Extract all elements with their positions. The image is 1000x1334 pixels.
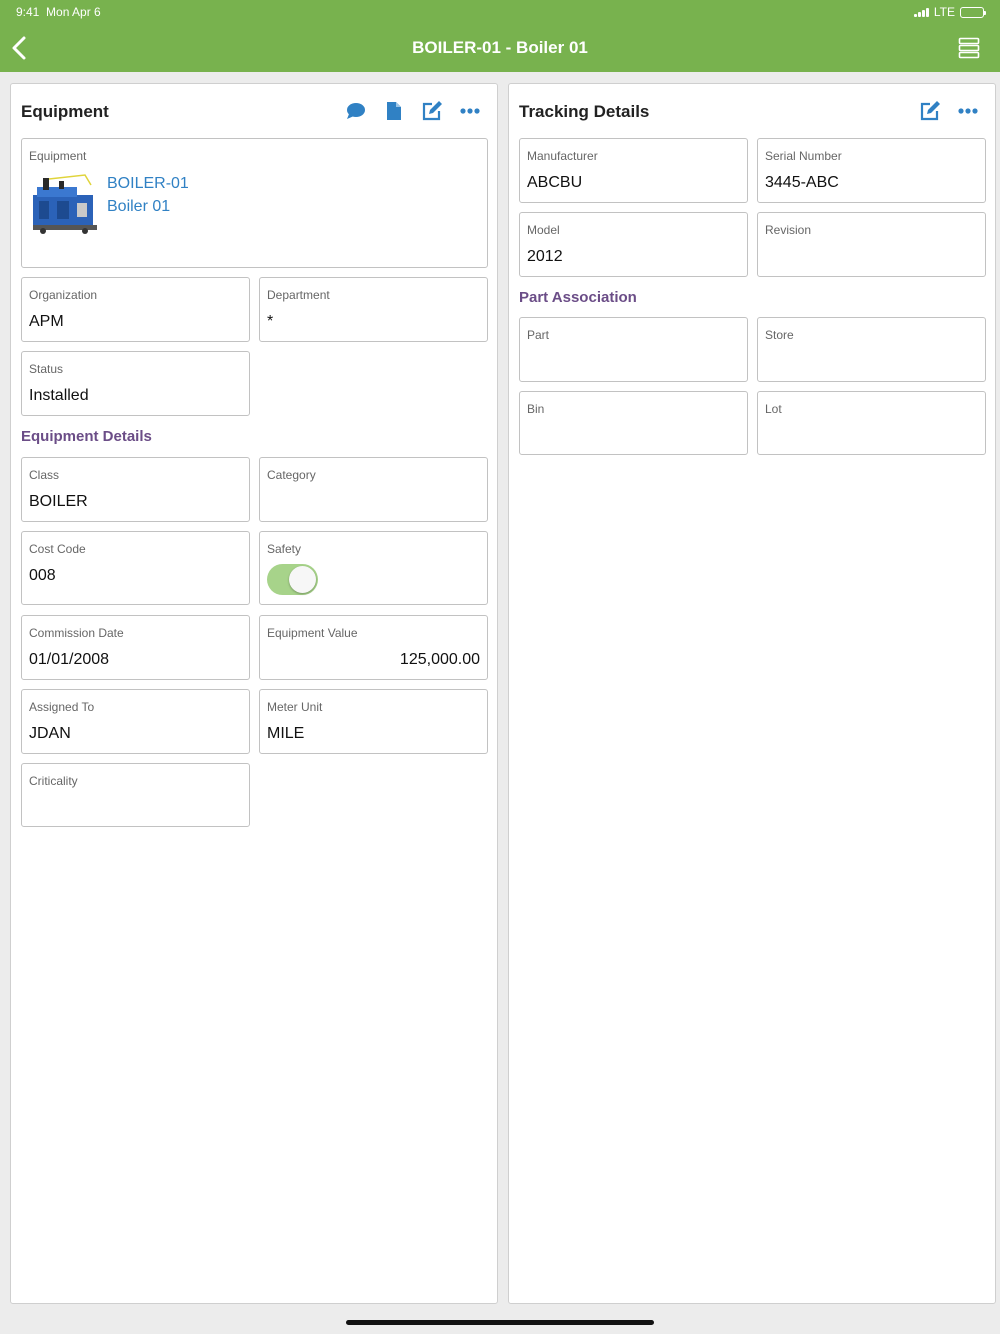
tracking-edit-button[interactable]	[919, 100, 941, 122]
category-label: Category	[267, 468, 316, 482]
battery-icon	[960, 6, 986, 18]
class-field[interactable]: Class BOILER	[21, 457, 250, 522]
comment-button[interactable]	[345, 100, 367, 122]
tracking-details-panel: Tracking Details Manufacturer ABCBU Seri…	[508, 83, 996, 1304]
equipment-label: Equipment	[29, 149, 87, 163]
meter-unit-label: Meter Unit	[267, 700, 323, 714]
manufacturer-label: Manufacturer	[527, 149, 598, 163]
tracking-more-options-button[interactable]	[957, 100, 979, 122]
organization-value: APM	[29, 313, 64, 330]
more-icon	[460, 108, 480, 114]
bin-field[interactable]: Bin	[519, 391, 748, 455]
tracking-panel-actions	[919, 100, 979, 122]
equipment-panel-title: Equipment	[21, 102, 109, 121]
equipment-value-field[interactable]: Equipment Value 125,000.00	[259, 615, 488, 680]
toggle-knob	[289, 566, 316, 593]
part-association-heading: Part Association	[519, 289, 637, 306]
commission-date-label: Commission Date	[29, 626, 124, 640]
status-label: Status	[29, 362, 64, 376]
boiler-image	[29, 173, 99, 239]
list-view-icon	[958, 37, 980, 59]
class-value: BOILER	[29, 493, 88, 510]
meter-unit-field[interactable]: Meter Unit MILE	[259, 689, 488, 754]
department-label: Department	[267, 288, 330, 302]
equipment-value-label: Equipment Value	[267, 626, 358, 640]
document-button[interactable]	[383, 100, 405, 122]
status-bar-indicators: LTE	[913, 5, 986, 19]
document-icon	[387, 102, 401, 120]
status-bar-time: 9:41 Mon Apr 6	[16, 5, 101, 19]
status-field[interactable]: Status Installed	[21, 351, 250, 416]
serial-number-label: Serial Number	[765, 149, 842, 163]
equipment-field: Equipment BOILER-01 Boiler 01	[21, 138, 488, 268]
tracking-panel-title: Tracking Details	[519, 102, 650, 121]
status-value: Installed	[29, 387, 89, 404]
network-label: LTE	[933, 5, 955, 19]
assigned-to-label: Assigned To	[29, 700, 95, 714]
serial-number-field[interactable]: Serial Number 3445-ABC	[757, 138, 986, 203]
meter-unit-value: MILE	[267, 725, 305, 742]
assigned-to-value: JDAN	[29, 725, 71, 742]
navigation-bar: 9:41 Mon Apr 6 LTE BOILER-01 - Boiler 01	[0, 0, 1000, 72]
bin-label: Bin	[527, 402, 545, 416]
criticality-field[interactable]: Criticality	[21, 763, 250, 827]
equipment-value-value: 125,000.00	[399, 651, 480, 668]
equipment-code-link[interactable]: BOILER-01	[107, 175, 189, 193]
department-field[interactable]: Department *	[259, 277, 488, 342]
commission-date-field[interactable]: Commission Date 01/01/2008	[21, 615, 250, 680]
equipment-panel-actions	[345, 100, 481, 122]
more-icon	[958, 108, 978, 114]
equipment-details-heading: Equipment Details	[21, 428, 152, 445]
revision-label: Revision	[765, 223, 812, 237]
lot-label: Lot	[765, 402, 782, 416]
store-label: Store	[765, 328, 794, 342]
category-field[interactable]: Category	[259, 457, 488, 522]
home-indicator[interactable]	[346, 1320, 654, 1325]
list-view-button[interactable]	[958, 37, 980, 59]
department-value: *	[267, 313, 274, 330]
safety-field: Safety	[259, 531, 488, 605]
assigned-to-field[interactable]: Assigned To JDAN	[21, 689, 250, 754]
manufacturer-field[interactable]: Manufacturer ABCBU	[519, 138, 748, 203]
serial-number-value: 3445-ABC	[765, 174, 839, 191]
commission-date-value: 01/01/2008	[29, 651, 110, 668]
more-options-button[interactable]	[459, 100, 481, 122]
status-date: Mon Apr 6	[46, 5, 101, 19]
criticality-label: Criticality	[29, 774, 78, 788]
organization-label: Organization	[29, 288, 98, 302]
part-field[interactable]: Part	[519, 317, 748, 382]
equipment-description-link[interactable]: Boiler 01	[107, 198, 170, 216]
model-field[interactable]: Model 2012	[519, 212, 748, 277]
safety-toggle[interactable]	[267, 564, 318, 595]
status-time: 9:41	[16, 5, 40, 19]
equipment-panel: Equipment Equipment BOILER-01 Boiler 01 …	[10, 83, 498, 1304]
store-field[interactable]: Store	[757, 317, 986, 382]
cost-code-value: 008	[29, 567, 56, 584]
edit-button[interactable]	[421, 100, 443, 122]
edit-icon	[920, 101, 940, 121]
model-label: Model	[527, 223, 560, 237]
manufacturer-value: ABCBU	[527, 174, 583, 191]
lot-field[interactable]: Lot	[757, 391, 986, 455]
cost-code-field[interactable]: Cost Code 008	[21, 531, 250, 605]
class-label: Class	[29, 468, 60, 482]
cost-code-label: Cost Code	[29, 542, 86, 556]
model-value: 2012	[527, 248, 563, 265]
edit-icon	[422, 101, 442, 121]
safety-label: Safety	[267, 542, 302, 556]
organization-field[interactable]: Organization APM	[21, 277, 250, 342]
revision-field[interactable]: Revision	[757, 212, 986, 277]
page-title: BOILER-01 - Boiler 01	[412, 38, 588, 57]
part-label: Part	[527, 328, 550, 342]
comment-icon	[347, 103, 365, 119]
signal-icon	[913, 7, 929, 17]
